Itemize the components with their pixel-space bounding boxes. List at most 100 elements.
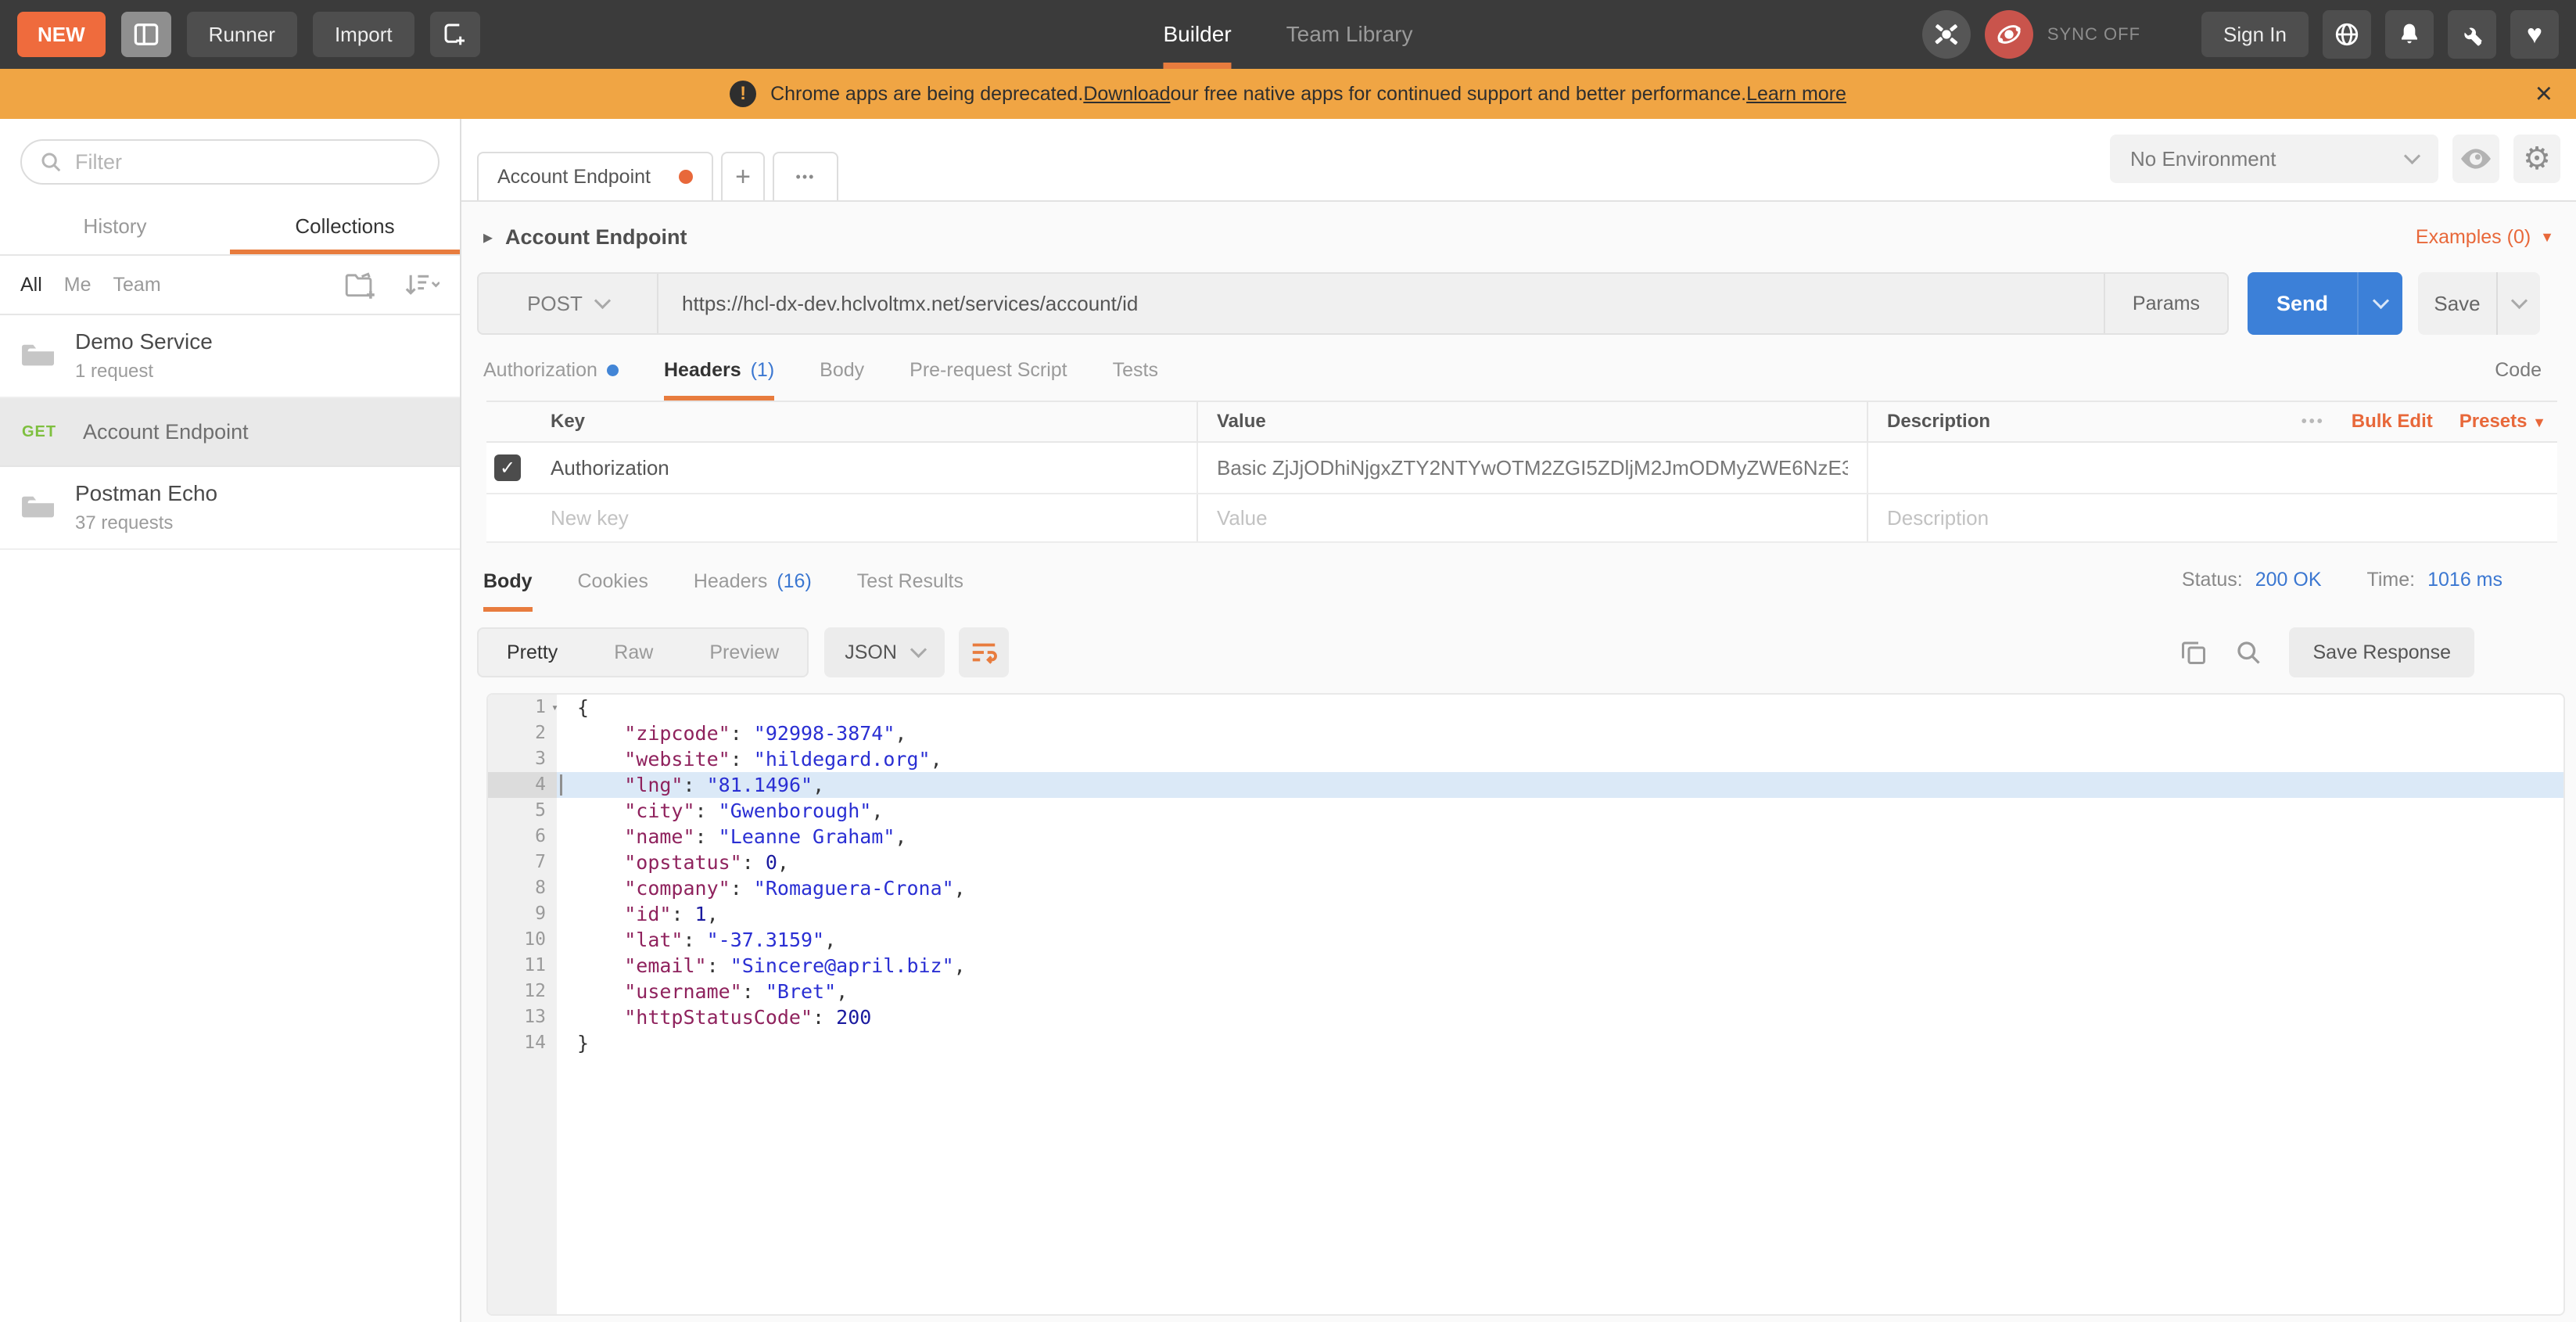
tab-team-library[interactable]: Team Library [1286,0,1413,69]
notifications-button[interactable] [2385,10,2434,59]
row-checkbox[interactable]: ✓ [494,454,521,481]
environment-select[interactable]: No Environment [2110,135,2438,183]
tab-cookies[interactable]: Cookies [578,570,648,612]
view-preview[interactable]: Preview [681,641,807,664]
tab-test-results[interactable]: Test Results [857,570,963,612]
response-actions: Save Response [2180,627,2560,677]
chevron-down-icon [594,293,611,309]
sort-icon[interactable] [404,271,439,298]
tab-overflow-button[interactable]: ••• [773,152,838,200]
toggle-sidebar-button[interactable] [121,12,171,57]
method-value: POST [527,292,583,316]
environment-settings-button[interactable]: ⚙ [2513,135,2560,183]
new-window-icon [443,22,468,47]
params-button[interactable]: Params [2104,274,2227,333]
chevron-down-icon [2372,293,2388,309]
settings-wrench-button[interactable] [2448,10,2496,59]
save-response-button[interactable]: Save Response [2289,627,2474,677]
tab-response-body[interactable]: Body [483,570,533,612]
code-line[interactable]: "username": "Bret", [557,979,2563,1004]
new-collection-folder-icon[interactable] [344,271,377,299]
url-input[interactable] [658,292,2104,316]
bulk-edit-link[interactable]: Bulk Edit [2352,411,2433,433]
code-line[interactable]: "opstatus": 0, [557,850,2563,875]
tab-collections[interactable]: Collections [230,202,460,254]
sign-in-button[interactable]: Sign In [2201,12,2309,57]
favorites-button[interactable]: ♥ [2510,10,2559,59]
sync-button[interactable] [1985,10,2033,59]
search-response-icon[interactable] [2234,638,2262,666]
tab-body[interactable]: Body [820,359,864,401]
gutter-line-number: 1▾ [488,695,557,720]
filter-input[interactable] [75,150,421,174]
tab-pre-request-script[interactable]: Pre-request Script [909,359,1067,401]
new-window-button[interactable] [430,12,480,57]
new-description-input[interactable]: Description [1867,494,2262,541]
examples-dropdown[interactable]: Examples (0) ▼ [2416,226,2554,249]
community-button[interactable] [2323,10,2371,59]
code-line[interactable]: "city": "Gwenborough", [557,798,2563,824]
new-value-input[interactable]: Value [1197,494,1867,541]
request-editor-tabs: Authorization Headers (1) Body Pre-reque… [461,335,2576,401]
scope-team[interactable]: Team [113,274,161,296]
scope-me[interactable]: Me [64,274,91,296]
wrap-lines-button[interactable] [959,627,1009,677]
save-options-arrow[interactable] [2496,272,2540,335]
code-line[interactable]: "zipcode": "92998-3874", [557,720,2563,746]
method-select[interactable]: POST [479,274,658,333]
code-line[interactable]: "name": "Leanne Graham", [557,824,2563,850]
code-line[interactable]: "lng": "81.1496", [557,772,2563,798]
download-link[interactable]: Download [1083,83,1170,106]
learn-more-link[interactable]: Learn more [1746,83,1846,106]
new-button[interactable]: NEW [17,12,106,57]
banner-close-icon[interactable]: × [2535,79,2553,109]
send-options-arrow[interactable] [2357,272,2402,335]
view-pretty[interactable]: Pretty [479,641,586,664]
send-button[interactable]: Send [2248,272,2402,335]
add-tab-button[interactable]: + [721,152,765,200]
view-raw[interactable]: Raw [586,641,681,664]
code-line[interactable]: "id": 1, [557,901,2563,927]
heart-icon: ♥ [2527,21,2542,48]
code-line[interactable]: "httpStatusCode": 200 [557,1004,2563,1030]
code-line[interactable]: "email": "Sincere@april.biz", [557,953,2563,979]
code-line[interactable]: { [557,695,2563,720]
url-row: POST Params Send Save [477,272,2540,335]
code-line[interactable]: "company": "Romaguera-Crona", [557,875,2563,901]
code-line[interactable]: "website": "hildegard.org", [557,746,2563,772]
header-key-cell[interactable]: Authorization [532,456,1197,480]
response-headers-count: (16) [777,570,811,593]
header-value-cell[interactable]: Basic ZjJjODhiNjgxZTY2NTYwOTM2ZGI5ZDljM2… [1197,443,1867,493]
format-select[interactable]: JSON [824,627,945,677]
tab-headers[interactable]: Headers (1) [664,359,774,401]
code-line[interactable]: "lat": "-37.3159", [557,927,2563,953]
save-button[interactable]: Save [2418,272,2540,335]
environment-preview-button[interactable] [2452,135,2499,183]
sidebar-request-account-endpoint[interactable]: GET Account Endpoint [0,398,460,467]
gutter-line-number: 14 [488,1030,557,1056]
collapse-caret-icon[interactable]: ▸ [483,226,493,249]
table-more-icon[interactable]: ••• [2302,413,2325,431]
authorization-set-dot [607,365,619,376]
request-tabstrip: Account Endpoint + ••• No Environment [461,119,2576,202]
import-button[interactable]: Import [313,12,414,57]
tab-response-headers[interactable]: Headers (16) [694,570,812,612]
presets-dropdown[interactable]: Presets ▼ [2459,411,2546,433]
tab-builder[interactable]: Builder [1163,0,1231,69]
tab-authorization[interactable]: Authorization [483,359,619,401]
runner-button[interactable]: Runner [187,12,297,57]
interceptor-button[interactable] [1922,10,1971,59]
header-description-cell[interactable] [1867,443,2262,493]
code-line[interactable]: } [557,1030,2563,1056]
response-body-editor[interactable]: 1▾234567891011121314 { "zipcode": "92998… [486,693,2565,1316]
collection-item-demo-service[interactable]: Demo Service 1 request [0,315,460,398]
scope-all[interactable]: All [20,274,42,296]
gutter-line-number: 10 [488,927,557,953]
tab-history[interactable]: History [0,202,230,254]
copy-icon[interactable] [2180,638,2208,666]
collection-item-postman-echo[interactable]: Postman Echo 37 requests [0,467,460,550]
generate-code-link[interactable]: Code [2495,359,2542,401]
tab-tests[interactable]: Tests [1113,359,1158,401]
open-request-tab[interactable]: Account Endpoint [477,152,713,200]
new-key-input[interactable]: New key [532,506,1197,530]
